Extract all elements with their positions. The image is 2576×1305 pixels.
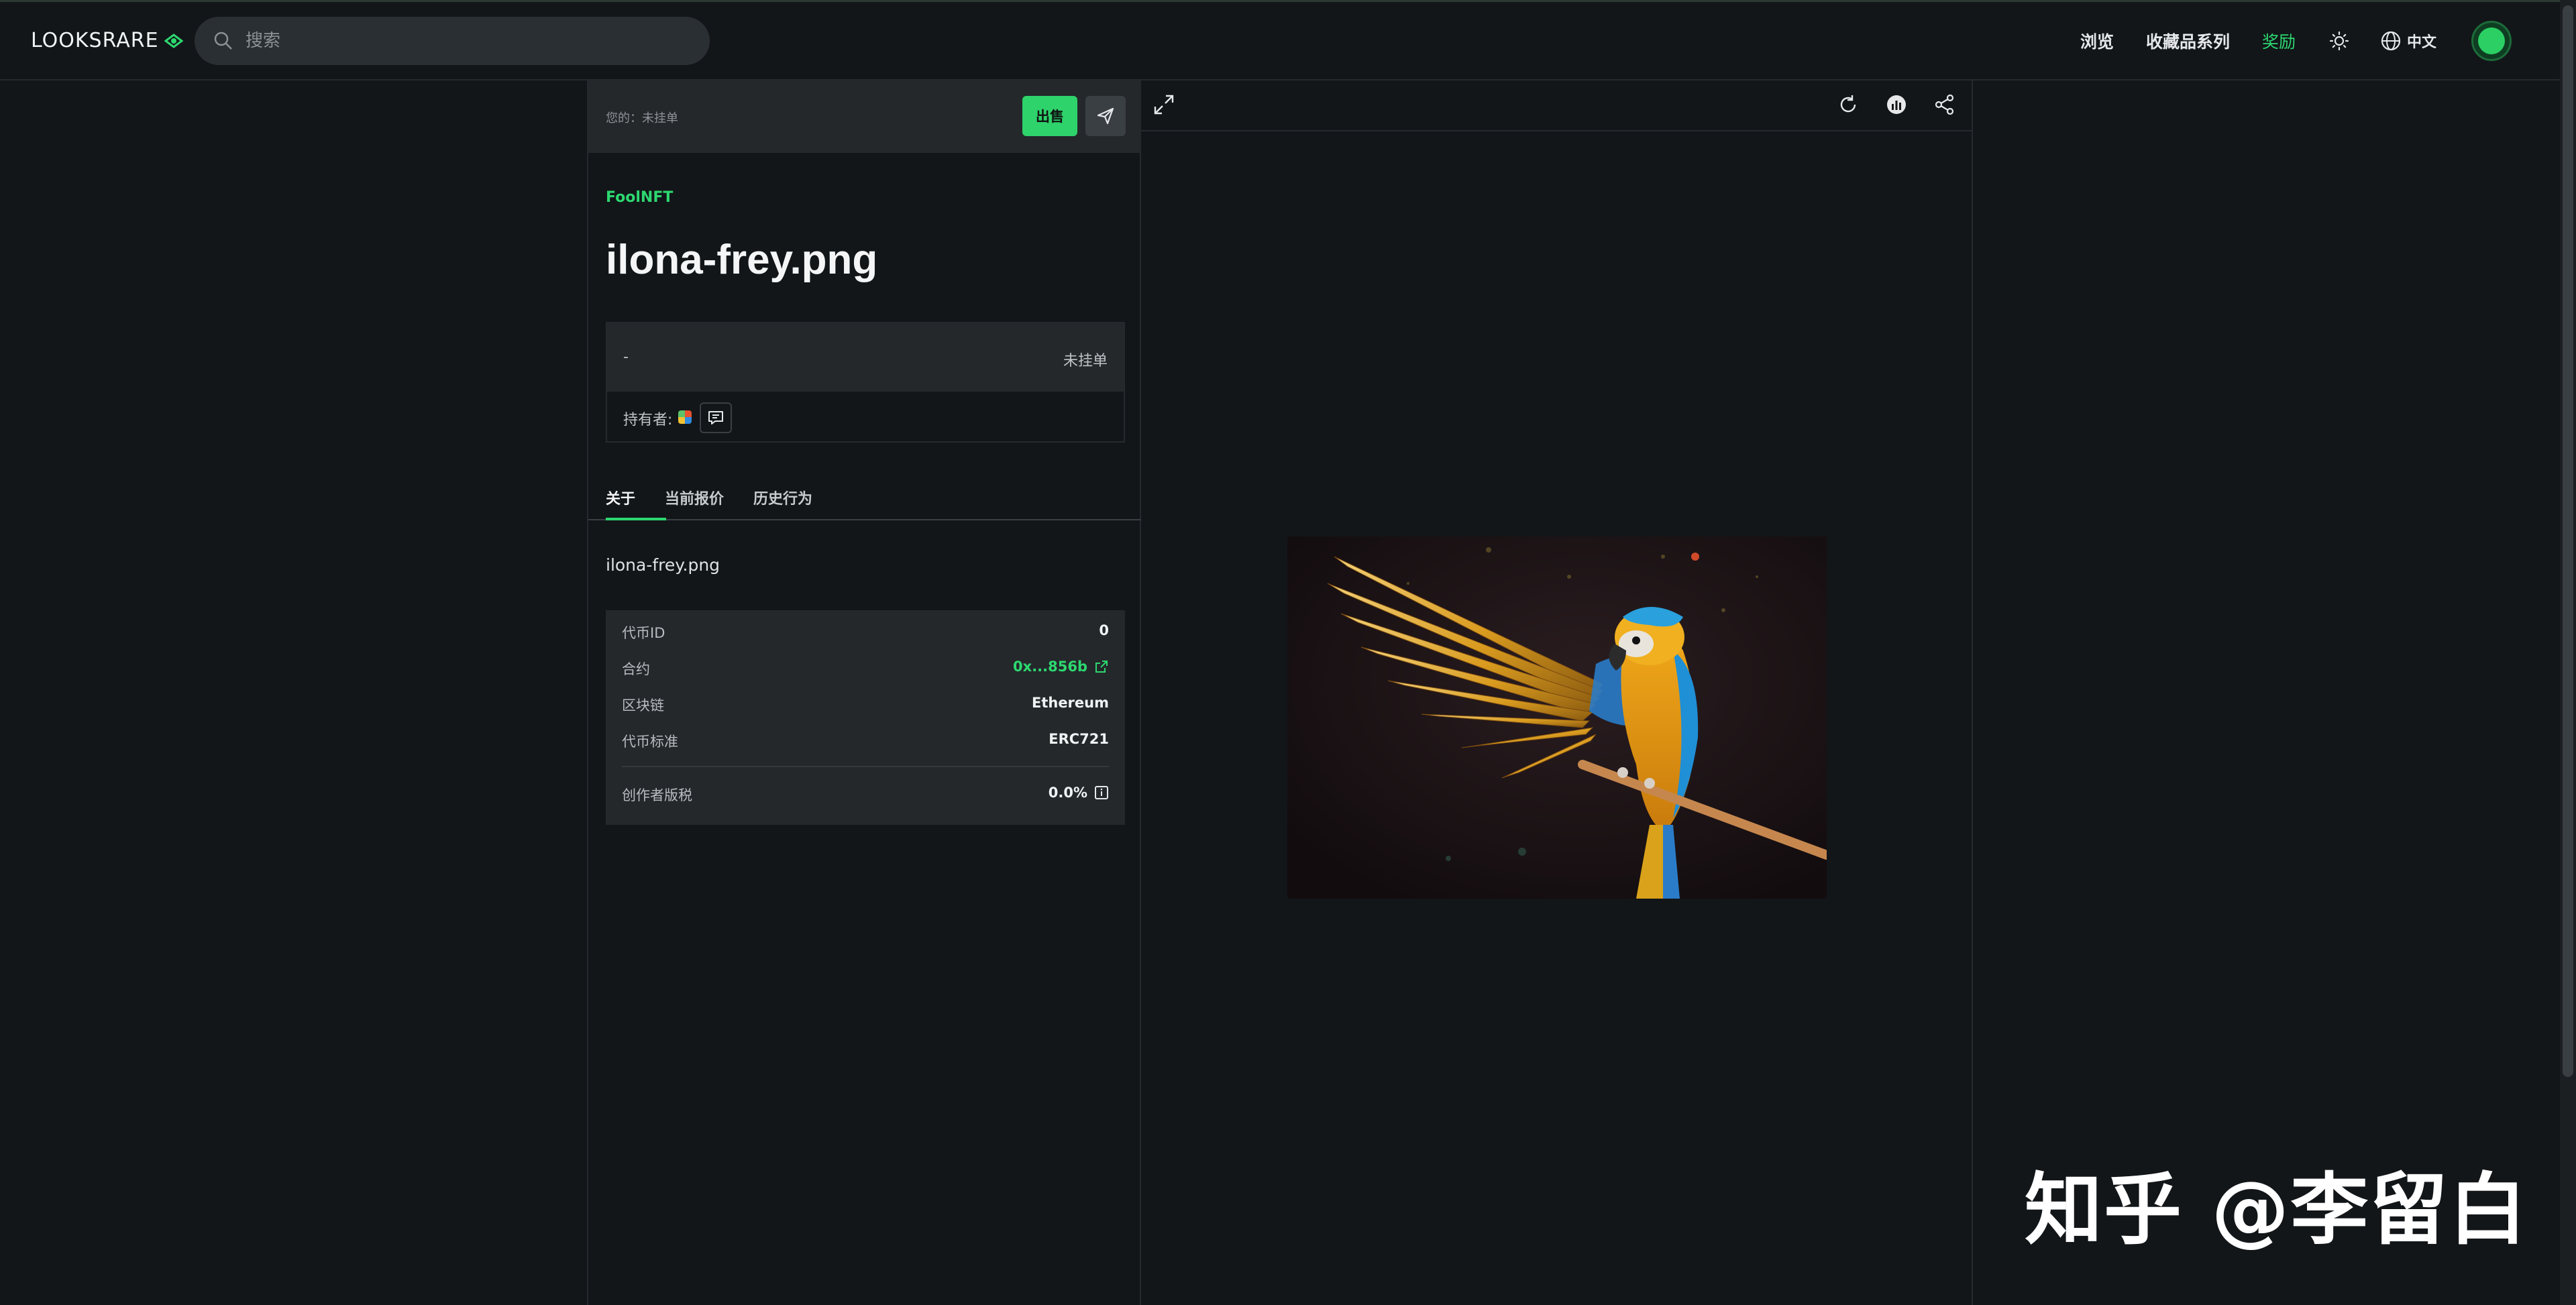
detail-row-token-id: 代币ID 0: [606, 613, 1125, 649]
external-link-icon: [1095, 661, 1108, 673]
globe-icon: [2381, 31, 2401, 51]
nav-collections[interactable]: 收藏品系列: [2146, 29, 2230, 53]
main-nav: 浏览 收藏品系列 奖励 中文: [2048, 21, 2512, 61]
detail-key: 区块链: [622, 697, 664, 714]
nav-browse[interactable]: 浏览: [2080, 29, 2114, 53]
search-icon: [214, 32, 232, 50]
tab-offers[interactable]: 当前报价: [665, 487, 724, 520]
language-selector[interactable]: 中文: [2380, 30, 2436, 52]
contract-address: 0x...856b: [1013, 659, 1087, 675]
detail-row-royalty: 创作者版税 0.0%: [606, 775, 1125, 811]
scrollbar-thumb[interactable]: [2563, 5, 2573, 1077]
chat-icon: [708, 411, 723, 424]
detail-value: ERC721: [1049, 731, 1109, 747]
watermark-text: 知乎 @李留白: [2025, 1165, 2528, 1255]
details-table: 代币ID 0 合约 0x...856b 区块链 Ethereum 代币标准 ER…: [606, 610, 1125, 825]
avatar-image: [2478, 27, 2505, 54]
theme-toggle-sun-icon[interactable]: [2328, 30, 2351, 52]
page-scrollbar[interactable]: [2560, 0, 2576, 1305]
detail-value: 0: [1099, 622, 1109, 638]
detail-row-standard: 代币标准 ERC721: [606, 722, 1125, 758]
detail-row-contract: 合约 0x...856b: [606, 649, 1125, 685]
listing-status: 未挂单: [1063, 353, 1108, 370]
detail-value: Ethereum: [1031, 695, 1109, 711]
detail-key: 创作者版税: [622, 787, 692, 803]
royalty-value: 0.0%: [1048, 785, 1087, 801]
send-icon: [1097, 107, 1114, 125]
item-tabs: 关于 当前报价 历史行为: [588, 480, 1141, 520]
item-info-panel: 您的：未挂单 出售 FoolNFT ilona-frey.png - 未挂单 持…: [587, 80, 1141, 1305]
logo[interactable]: LOOKSRARE: [31, 29, 183, 52]
language-label: 中文: [2406, 34, 2436, 51]
media-panel: [1141, 80, 1973, 1305]
nav-rewards[interactable]: 奖励: [2262, 29, 2296, 53]
site-header: LOOKSRARE 浏览 收藏品系列 奖励: [0, 2, 2560, 80]
holder-label: 持有者:: [623, 412, 673, 429]
logo-eye-icon: [164, 33, 183, 48]
item-title: ilona-frey.png: [606, 237, 878, 283]
owner-listing-status: 您的：未挂单: [606, 111, 678, 125]
info-icon[interactable]: [1094, 785, 1109, 800]
share-icon[interactable]: [1931, 91, 1958, 118]
nft-artwork-image[interactable]: [1287, 536, 1827, 899]
details-divider: [622, 766, 1109, 767]
detail-key: 合约: [622, 661, 650, 677]
detail-key: 代币标准: [622, 734, 678, 750]
sell-button[interactable]: 出售: [1022, 96, 1077, 136]
holder-row: 持有者:: [607, 393, 1124, 441]
refresh-icon[interactable]: [1835, 91, 1862, 118]
transfer-button[interactable]: [1085, 96, 1126, 136]
user-avatar[interactable]: [2471, 21, 2512, 61]
price-box: - 未挂单 持有者:: [606, 322, 1125, 443]
detail-row-chain: 区块链 Ethereum: [606, 685, 1125, 722]
detail-key: 代币ID: [622, 625, 665, 641]
royalty-value-group: 0.0%: [1049, 785, 1109, 801]
search-bar[interactable]: [195, 17, 710, 65]
logo-text: LOOKSRARE: [31, 29, 159, 52]
price-row: - 未挂单: [607, 323, 1124, 392]
collection-link[interactable]: FoolNFT: [606, 189, 673, 206]
tab-about[interactable]: 关于: [606, 487, 666, 520]
message-holder-button[interactable]: [700, 402, 732, 433]
expand-icon[interactable]: [1150, 91, 1177, 118]
holder-avatar[interactable]: [678, 410, 692, 424]
media-toolbar: [1141, 80, 1972, 131]
price-value: -: [623, 349, 629, 365]
tab-activity[interactable]: 历史行为: [753, 487, 812, 520]
search-input[interactable]: [246, 31, 648, 51]
stats-icon[interactable]: [1883, 91, 1910, 118]
owner-action-bar: 您的：未挂单 出售: [588, 80, 1141, 153]
contract-link[interactable]: 0x...856b: [1013, 659, 1109, 675]
item-description: ilona-frey.png: [606, 555, 720, 575]
